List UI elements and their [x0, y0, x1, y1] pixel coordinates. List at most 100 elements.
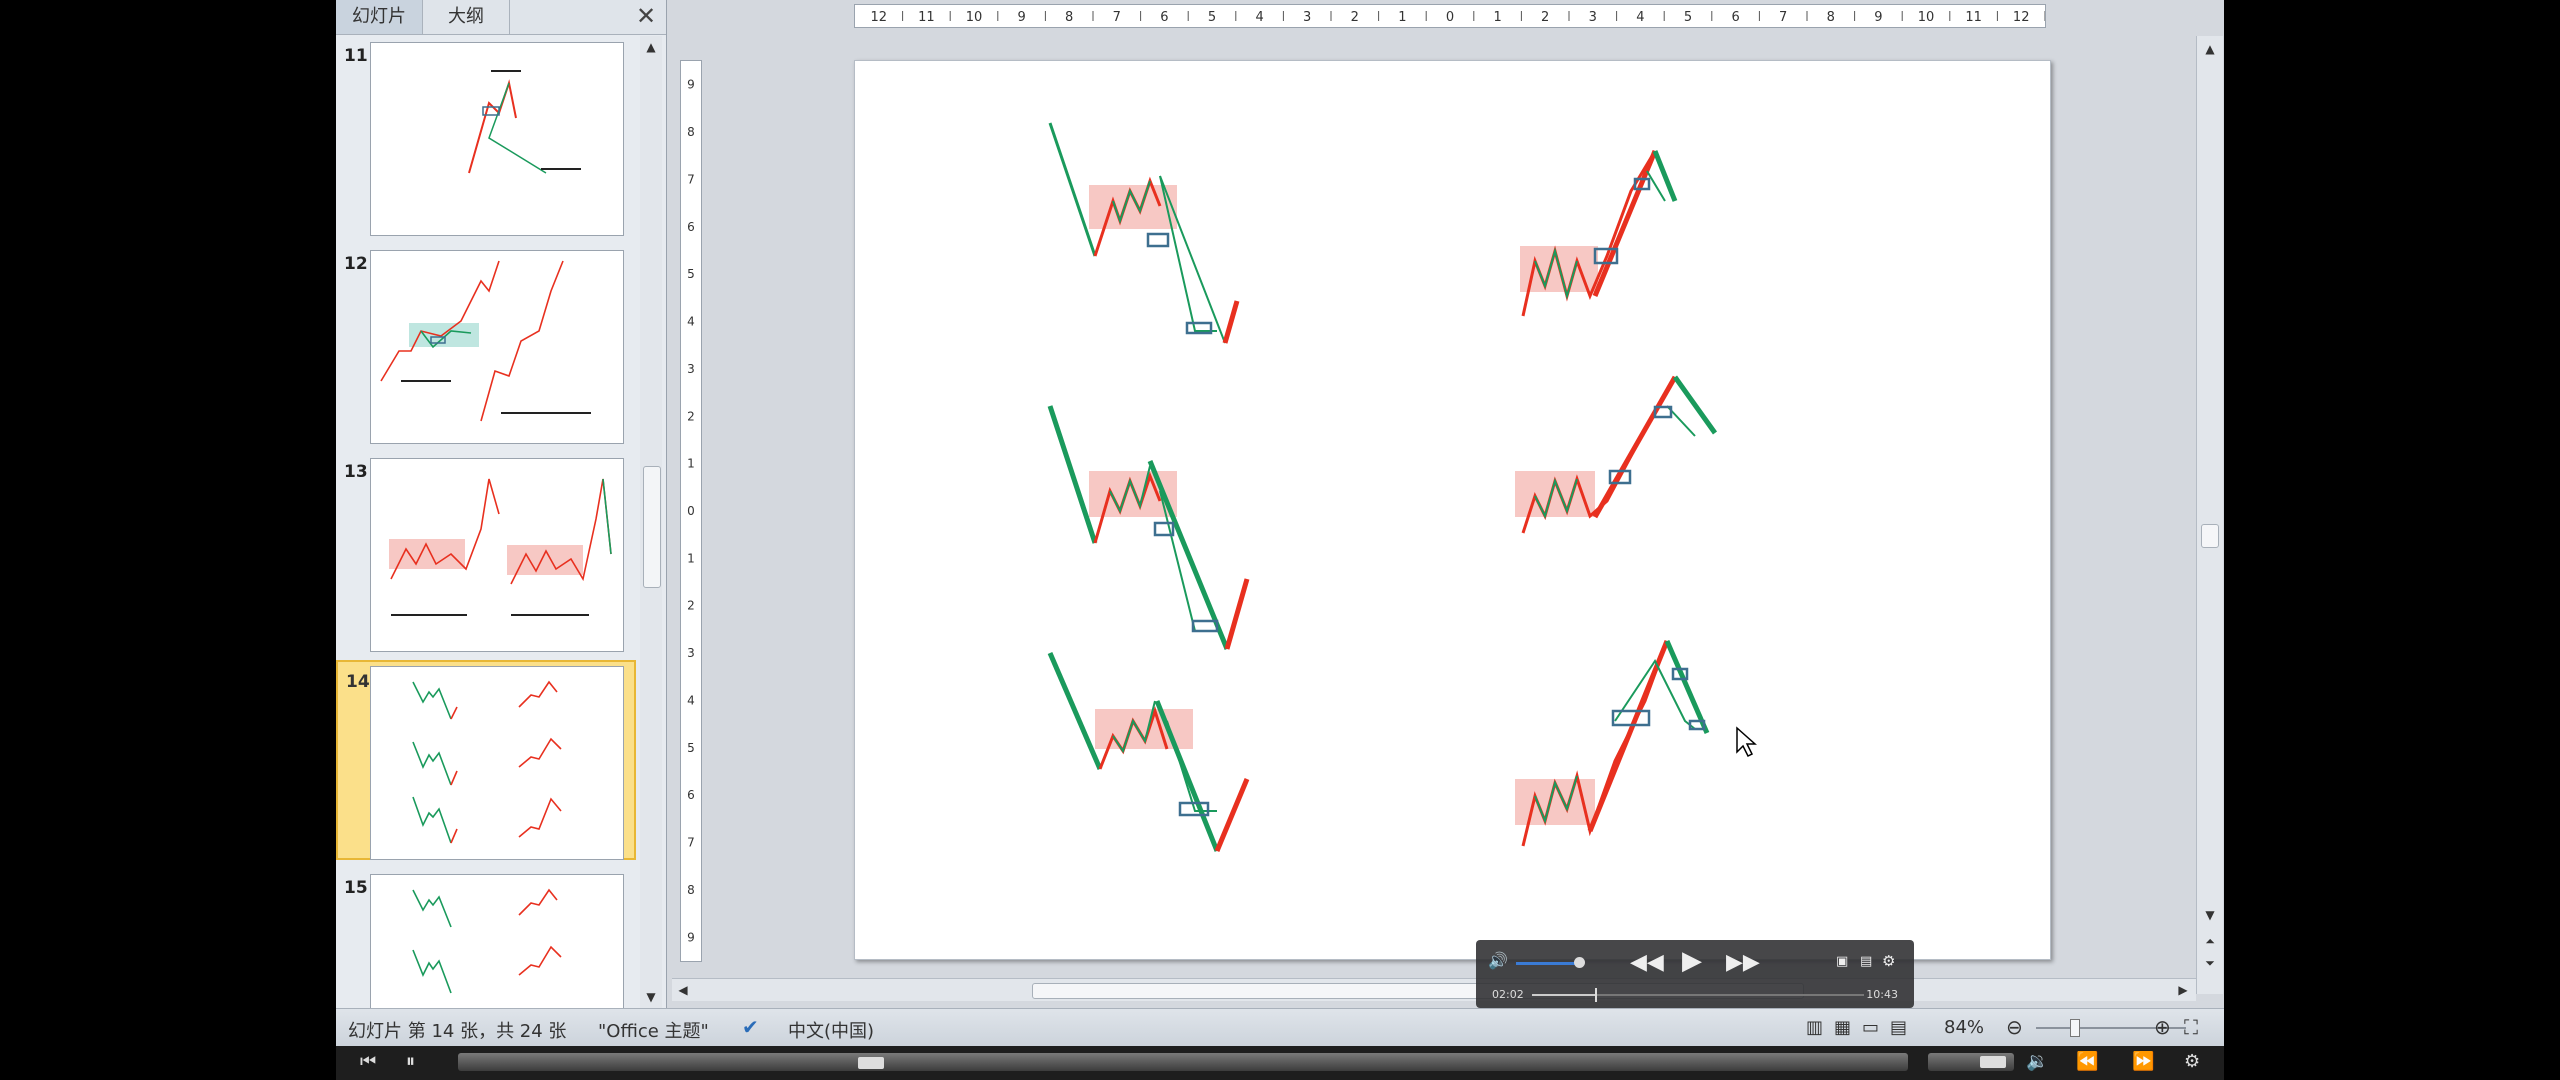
progress-bar[interactable]	[1532, 988, 1864, 1002]
ruler-number: 11	[1965, 10, 1982, 25]
ruler-number: 8	[1065, 10, 1073, 25]
progress-knob[interactable]	[1595, 988, 1597, 1002]
scroll-up-icon[interactable]: ▲	[2203, 42, 2217, 56]
slide-thumbnails: 11 12 13 14 15	[336, 36, 636, 1008]
ruler-number: 1	[687, 457, 695, 471]
vertical-ruler: 9 8 7 6 5 4 3 2 1 0 1 2 3 4 5 6 7 8 9	[680, 60, 702, 962]
ruler-number: 8	[687, 883, 695, 897]
ruler-number: 4	[1636, 10, 1644, 25]
volume-icon[interactable]: 🔉	[2026, 1051, 2048, 1072]
pip-icon[interactable]: ▣	[1836, 954, 1848, 969]
playback-track[interactable]	[458, 1053, 1908, 1071]
scroll-left-icon[interactable]: ◀	[676, 983, 690, 997]
fast-forward-icon[interactable]: ▶▶	[1726, 950, 1760, 975]
skip-back-icon[interactable]: ⏮	[360, 1051, 376, 1072]
slideshow-icon[interactable]: ▤	[1890, 1017, 1907, 1038]
ruler-number: 7	[687, 836, 695, 850]
thumbnails-scrollbar[interactable]: ▲ ▼	[640, 36, 662, 1008]
current-time: 02:02	[1492, 988, 1524, 1001]
slide-number: 13	[344, 462, 368, 482]
ruler-number: 2	[687, 599, 695, 613]
zoom-in-icon[interactable]: ⊕	[2154, 1015, 2171, 1039]
scrollbar-thumb[interactable]	[2201, 524, 2219, 548]
scroll-down-icon[interactable]: ▼	[2203, 908, 2217, 922]
ruler-number: 9	[687, 930, 695, 944]
rewind-icon[interactable]: ⏪	[2076, 1051, 2098, 1072]
slide-thumb-15[interactable]: 15	[336, 868, 636, 1008]
slide-thumb-14[interactable]: 14	[336, 660, 636, 860]
theme-name[interactable]: "Office 主题"	[598, 1017, 709, 1043]
slide-thumb-11[interactable]: 11	[336, 36, 636, 236]
ruler-number: 6	[687, 788, 695, 802]
ruler-number: 4	[1255, 10, 1263, 25]
fast-forward-icon[interactable]: ⏩	[2132, 1051, 2154, 1072]
ruler-number: 8	[687, 125, 695, 139]
scrollbar-thumb[interactable]	[643, 466, 661, 588]
ruler-number: 6	[1160, 10, 1168, 25]
gear-icon[interactable]: ⚙	[1882, 952, 1895, 970]
previous-slide-icon[interactable]: ⏶	[2203, 934, 2217, 948]
volume-icon[interactable]: 🔊	[1488, 951, 1508, 970]
slide-canvas[interactable]	[854, 60, 2051, 960]
pause-icon[interactable]: ⏸	[406, 1051, 415, 1072]
slide-thumb-13[interactable]: 13	[336, 452, 636, 652]
slide-vertical-scrollbar[interactable]: ▲ ▼ ⏶ ⏷	[2196, 36, 2223, 994]
scroll-up-icon[interactable]: ▲	[644, 40, 658, 54]
ruler-number: 2	[1541, 10, 1549, 25]
slide-thumb-12[interactable]: 12	[336, 244, 636, 444]
ruler-number: 3	[1303, 10, 1311, 25]
slide-preview	[370, 874, 624, 1008]
ruler-number: 4	[687, 315, 695, 329]
ruler-number: 9	[1017, 10, 1025, 25]
ruler-number: 6	[1731, 10, 1739, 25]
slide-sorter-icon[interactable]: ▦	[1834, 1017, 1851, 1038]
pattern-bottom-right	[1515, 640, 1710, 847]
ruler-number: 3	[687, 646, 695, 660]
rewind-icon[interactable]: ◀◀	[1630, 950, 1664, 975]
scroll-right-icon[interactable]: ▶	[2176, 983, 2190, 997]
playback-volume[interactable]	[1928, 1053, 2014, 1071]
language[interactable]: 中文(中国)	[788, 1017, 874, 1043]
slide-preview-drawing	[468, 70, 581, 174]
layout-icon[interactable]: ▤	[1860, 954, 1872, 969]
ruler-number: 2	[687, 409, 695, 423]
fit-to-window-icon[interactable]: ⛶	[2184, 1015, 2198, 1039]
slide-number: 15	[344, 878, 368, 898]
ruler-number: 5	[687, 267, 695, 281]
close-icon[interactable]: ✕	[632, 2, 660, 30]
volume-knob[interactable]	[1574, 957, 1585, 968]
scroll-down-icon[interactable]: ▼	[644, 990, 658, 1004]
slide-horizontal-scrollbar[interactable]: ◀ ▶	[672, 978, 2196, 1001]
volume-knob[interactable]	[1980, 1056, 2006, 1068]
ruler-number: 10	[1918, 10, 1935, 25]
slide-preview	[370, 42, 624, 236]
ruler-number: 1	[1398, 10, 1406, 25]
settings-icon[interactable]: ⚙	[2184, 1051, 2200, 1072]
spellcheck-icon[interactable]: ✔	[742, 1015, 759, 1039]
slide-preview-drawing	[412, 680, 562, 844]
mouse-cursor-icon	[1736, 726, 1757, 758]
normal-view-icon[interactable]: ▥	[1806, 1017, 1823, 1038]
ruler-number: 5	[1208, 10, 1216, 25]
tab-outline[interactable]: 大纲	[423, 0, 510, 34]
zoom-level[interactable]: 84%	[1944, 1017, 1984, 1038]
ruler-number: 1	[687, 551, 695, 565]
horizontal-ruler: 12 11 10 9 8 7 6 5 4 3 2 1 0 1 2 3 4 5 6 7 8 9 10 11 12	[854, 4, 2046, 28]
ruler-number: 3	[687, 362, 695, 376]
powerpoint-window: 幻灯片 大纲 ✕ 11 12 13 14 15 ▲ ▼ 12 11 10 9 8…	[336, 0, 2224, 1080]
slide-number: 11	[344, 46, 368, 66]
reading-view-icon[interactable]: ▭	[1862, 1017, 1879, 1038]
pattern-middle-left	[1047, 405, 1250, 650]
next-slide-icon[interactable]: ⏷	[2203, 956, 2217, 970]
play-icon[interactable]: ▶	[1682, 946, 1702, 976]
playback-knob[interactable]	[858, 1057, 884, 1069]
zoom-knob[interactable]	[2070, 1019, 2080, 1037]
ruler-number: 10	[966, 10, 983, 25]
volume-slider[interactable]	[1516, 962, 1578, 965]
slide-preview-drawing	[380, 260, 591, 422]
tab-slides[interactable]: 幻灯片	[336, 0, 423, 34]
ruler-number: 6	[687, 220, 695, 234]
slide-preview	[370, 458, 624, 652]
slide-preview	[370, 250, 624, 444]
zoom-out-icon[interactable]: ⊖	[2006, 1015, 2023, 1039]
